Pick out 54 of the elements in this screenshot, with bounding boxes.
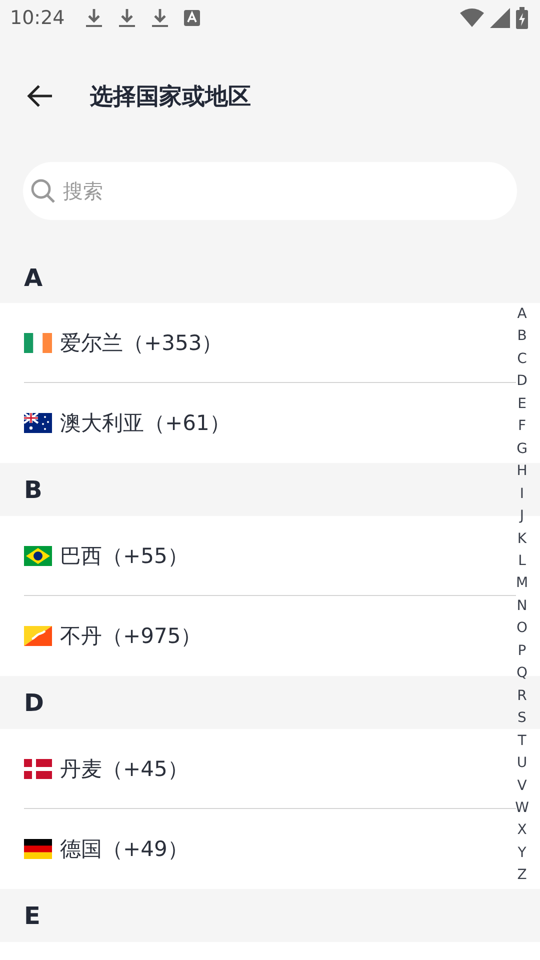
index-letter[interactable]: B [517,325,527,348]
download-icon [118,7,136,29]
wifi-icon [460,8,484,28]
search-field[interactable]: 搜索 [23,162,517,220]
index-letter[interactable]: W [515,796,529,820]
index-letter[interactable]: I [520,482,524,506]
index-letter[interactable]: C [517,348,527,370]
download-icon [150,7,169,29]
flag-icon [24,413,52,433]
index-letter[interactable]: A [517,303,527,326]
index-letter[interactable]: Y [518,842,526,864]
signal-icon [490,8,510,28]
section-letter: A [24,264,43,292]
index-letter[interactable]: P [518,640,526,662]
country-item[interactable]: 澳大利亚（+61） [0,383,516,463]
index-letter[interactable]: K [517,528,527,550]
flag-icon [24,759,52,779]
battery-icon [516,7,528,29]
index-letter[interactable]: J [520,505,524,528]
index-letter[interactable]: L [518,550,526,572]
index-letter[interactable]: T [518,730,526,752]
index-letter[interactable]: O [516,617,528,640]
index-letter[interactable]: H [516,460,528,483]
index-letter[interactable]: N [516,594,528,618]
back-arrow-icon[interactable] [26,84,54,108]
status-time: 10:24 [10,7,65,29]
country-item[interactable]: 巴西（+55） [0,516,516,596]
index-letter[interactable]: Q [516,662,528,685]
section-letter: E [24,902,40,930]
section-letter: B [24,476,42,504]
index-letter[interactable]: S [518,707,526,730]
download-icon [84,7,103,29]
index-letter[interactable]: M [516,572,528,595]
index-letter[interactable]: F [518,415,526,438]
section-letter: D [24,688,44,716]
page-title: 选择国家或地区 [90,82,251,112]
index-letter[interactable]: E [518,392,526,416]
index-letter[interactable]: G [516,438,528,460]
index-letter[interactable]: R [517,684,527,708]
country-item[interactable]: 爱尔兰（+353） [0,303,516,383]
app-notification-icon [184,10,200,26]
flag-icon [24,626,52,646]
index-letter[interactable]: U [516,752,528,775]
flag-icon [24,333,52,353]
flag-icon [24,839,52,859]
index-letter[interactable]: X [517,819,527,842]
country-item[interactable]: 丹麦（+45） [0,729,516,809]
search-icon [30,178,56,204]
index-letter[interactable]: Z [517,864,527,887]
country-item[interactable]: 德国（+49） [0,809,516,889]
country-item[interactable]: 不丹（+975） [0,596,516,676]
flag-icon [24,546,52,566]
index-letter[interactable]: V [517,774,527,797]
index-letter[interactable]: D [516,370,528,393]
